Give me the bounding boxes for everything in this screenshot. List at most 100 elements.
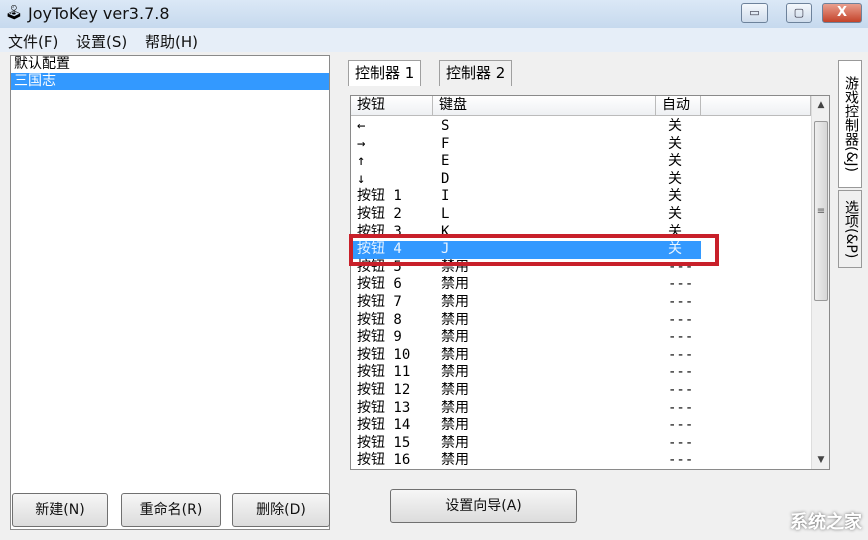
cell-button: 按钮 13 <box>357 399 411 416</box>
mapping-row[interactable]: → F 关 <box>351 136 701 154</box>
minimize-button[interactable]: ▭ <box>741 3 768 23</box>
cell-button: 按钮 1 <box>357 188 402 205</box>
cell-auto: --- <box>668 399 694 416</box>
cell-auto: --- <box>668 434 694 451</box>
cell-auto: --- <box>668 311 694 328</box>
title-bar: 🕹 JoyToKey ver3.7.8 ▭ ▢ X <box>0 0 868 28</box>
cell-key: E <box>441 153 450 170</box>
mapping-row[interactable]: 按钮 15 禁用 --- <box>351 435 701 453</box>
cell-auto: 关 <box>668 118 682 134</box>
mapping-row[interactable]: 按钮 9 禁用 --- <box>351 329 701 347</box>
mapping-row[interactable]: ↑ E 关 <box>351 153 701 171</box>
cell-button: ↓ <box>357 170 366 187</box>
menu-bar: 文件(F) 设置(S) 帮助(H) <box>0 28 868 52</box>
cell-button: 按钮 6 <box>357 276 402 293</box>
column-header-keyboard[interactable]: 键盘 <box>433 96 656 116</box>
button-mapping-list[interactable]: 按钮 键盘 自动 ▲ ≡ ▼ ← S 关 → F 关 ↑ E 关 ↓ D 关按钮 1 I 关按钮 2L关按… <box>350 95 830 470</box>
cell-button: 按钮 8 <box>357 311 402 328</box>
cell-button: 按钮 14 <box>357 417 411 434</box>
menu-help[interactable]: 帮助(H) <box>145 31 198 52</box>
client-area: 默认配置 三国志 新建(N) 重命名(R) 删除(D) 控制器 1 控制器 2 游… <box>0 52 868 540</box>
column-header-auto[interactable]: 自动 <box>656 96 701 116</box>
cell-key: 禁用 <box>441 417 469 434</box>
mapping-row[interactable]: 按钮 14 禁用 --- <box>351 417 701 435</box>
cell-key: L <box>441 206 450 222</box>
menu-settings[interactable]: 设置(S) <box>76 31 127 52</box>
cell-auto: 关 <box>668 153 682 170</box>
cell-button: 按钮 9 <box>357 329 402 346</box>
maximize-button[interactable]: ▢ <box>786 3 812 23</box>
watermark: 系统之家 <box>790 512 862 533</box>
cell-auto: --- <box>668 417 694 434</box>
cell-auto: 关 <box>668 170 682 187</box>
cell-auto: 关 <box>668 135 682 152</box>
cell-key: 禁用 <box>441 364 469 381</box>
cell-key: F <box>441 135 450 152</box>
tab-game-controller[interactable]: 游戏控制器(&J) <box>838 60 862 188</box>
cell-key: S <box>441 118 450 134</box>
cell-button: 按钮 11 <box>357 364 411 381</box>
mapping-row[interactable]: 按钮 2 L 关 <box>351 206 701 224</box>
cell-auto: 关 <box>668 206 682 222</box>
cell-auto: --- <box>668 294 694 310</box>
cell-button: 按钮 7 <box>357 294 402 310</box>
setup-wizard-button[interactable]: 设置向导(A) <box>390 489 577 523</box>
cell-auto: --- <box>668 382 694 398</box>
mapping-row[interactable]: ← S 关 <box>351 118 701 136</box>
scroll-thumb[interactable]: ≡ <box>814 121 828 301</box>
cell-button: ↑ <box>357 153 366 170</box>
mapping-row[interactable]: 按钮 11 禁用 --- <box>351 364 701 382</box>
mapping-row[interactable]: ↓ D 关 <box>351 171 701 189</box>
column-header-button[interactable]: 按钮 <box>351 96 433 116</box>
mapping-row[interactable]: 按钮 6 禁用 --- <box>351 276 701 294</box>
cell-key: 禁用 <box>441 329 469 346</box>
cell-auto: --- <box>668 276 694 293</box>
cell-button: 按钮 16 <box>357 452 411 469</box>
cell-key: 禁用 <box>441 399 469 416</box>
cell-button: 按钮 15 <box>357 434 411 451</box>
rename-button[interactable]: 重命名(R) <box>121 493 221 527</box>
scroll-up-icon[interactable]: ▲ <box>812 100 829 110</box>
mapping-row[interactable]: 按钮 10 禁用 --- <box>351 347 701 365</box>
vertical-scrollbar[interactable]: ▲ ≡ ▼ <box>811 96 829 469</box>
profile-item[interactable]: 默认配置 <box>11 56 329 73</box>
mapping-row[interactable]: 按钮 8 禁用 --- <box>351 312 701 330</box>
cell-key: 禁用 <box>441 276 469 293</box>
profile-list[interactable]: 默认配置 三国志 <box>10 55 330 530</box>
cell-button: 按钮 12 <box>357 382 411 398</box>
cell-key: 禁用 <box>441 311 469 328</box>
window-title: JoyToKey ver3.7.8 <box>28 4 170 23</box>
cell-auto: --- <box>668 364 694 381</box>
cell-button: 按钮 2 <box>357 206 402 222</box>
mapping-row[interactable]: 按钮 1 I 关 <box>351 188 701 206</box>
delete-button[interactable]: 删除(D) <box>232 493 330 527</box>
close-button[interactable]: X <box>822 3 862 23</box>
cell-key: D <box>441 170 450 187</box>
tab-options[interactable]: 选项(&P) <box>838 190 862 268</box>
menu-file[interactable]: 文件(F) <box>8 31 58 52</box>
cell-button: → <box>357 135 366 152</box>
tab-controller-2[interactable]: 控制器 2 <box>439 60 513 86</box>
cell-auto: --- <box>668 452 694 469</box>
highlight-box <box>349 234 719 266</box>
cell-key: 禁用 <box>441 346 469 363</box>
mapping-row[interactable]: 按钮 12 禁用 --- <box>351 382 701 400</box>
cell-key: 禁用 <box>441 452 469 469</box>
mapping-row[interactable]: 按钮 7 禁用 --- <box>351 294 701 312</box>
cell-button: ← <box>357 118 366 134</box>
new-button[interactable]: 新建(N) <box>12 493 108 527</box>
cell-auto: 关 <box>668 188 682 205</box>
cell-auto: --- <box>668 329 694 346</box>
mapping-row[interactable]: 按钮 13 禁用 --- <box>351 400 701 418</box>
column-header-empty <box>701 96 811 116</box>
cell-key: 禁用 <box>441 382 469 398</box>
mapping-row[interactable]: 按钮 16 禁用 --- <box>351 452 701 469</box>
scroll-down-icon[interactable]: ▼ <box>812 455 829 465</box>
tab-controller-1[interactable]: 控制器 1 <box>348 60 422 86</box>
cell-auto: --- <box>668 346 694 363</box>
joystick-icon: 🕹 <box>5 5 23 21</box>
cell-key: I <box>441 188 450 205</box>
cell-key: 禁用 <box>441 434 469 451</box>
profile-item[interactable]: 三国志 <box>11 73 329 90</box>
cell-button: 按钮 10 <box>357 346 411 363</box>
